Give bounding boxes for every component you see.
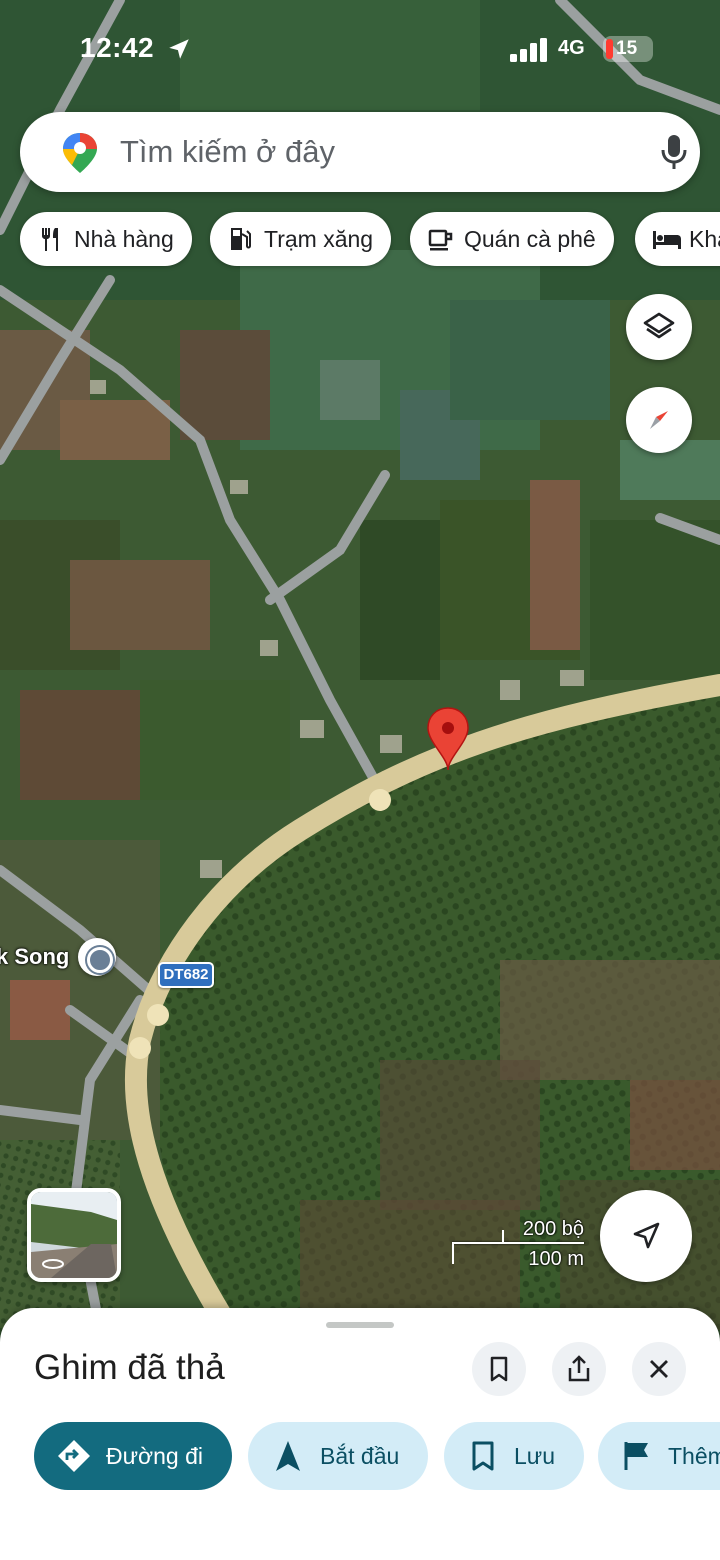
network-type: 4G [558,37,585,59]
place-bottom-sheet[interactable]: Ghim đã thả Đường đi Bắt đầu Lưu Thêm [0,1308,720,1560]
navigation-arrow-icon [633,1222,660,1249]
battery-icon: 15 [603,36,653,62]
scale-bar: 200 bộ 100 m [450,1218,590,1274]
place-name-label[interactable]: k Song [0,944,69,970]
save-button[interactable]: Lưu [444,1422,584,1490]
compass-button[interactable] [626,387,692,453]
directions-label: Đường đi [106,1442,203,1469]
my-location-button[interactable] [600,1190,692,1282]
bookmark-icon [490,1356,508,1382]
maps-app: 12:42 4G 15 Tìm kiếm ở đây Nhà hàng Trạm… [0,0,720,1560]
close-icon [650,1360,668,1378]
coffee-icon [426,224,456,254]
chip-hotels[interactable]: Kha [635,212,720,266]
more-label: Thêm [668,1442,720,1469]
navigation-arrow-icon [274,1439,302,1473]
start-label: Bắt đầu [320,1442,400,1469]
chip-coffee[interactable]: Quán cà phê [410,212,614,266]
close-button[interactable] [632,1342,686,1396]
location-arrow-icon [169,39,189,59]
share-icon [568,1355,590,1382]
compass-icon [650,411,668,429]
chip-label: Kha [689,225,720,252]
save-header-button[interactable] [472,1342,526,1396]
signal-bars-icon [510,38,547,62]
dropped-pin-icon[interactable] [426,706,470,772]
place-marker-icon[interactable] [78,938,116,976]
share-button[interactable] [552,1342,606,1396]
directions-button[interactable]: Đường đi [34,1422,232,1490]
maps-logo-icon [63,133,97,173]
microphone-icon[interactable] [660,134,688,170]
save-label: Lưu [514,1442,555,1469]
chip-restaurants[interactable]: Nhà hàng [20,212,192,266]
chip-gas-stations[interactable]: Trạm xăng [210,212,392,266]
gas-station-icon [226,224,256,254]
search-bar[interactable]: Tìm kiếm ở đây [20,112,700,192]
street-view-thumbnail[interactable] [27,1188,121,1282]
layers-button[interactable] [626,294,692,360]
road-shield: DT682 [158,962,214,988]
sheet-drag-handle[interactable] [326,1322,394,1328]
flag-icon [622,1440,652,1472]
search-input[interactable]: Tìm kiếm ở đây [120,134,335,170]
bookmark-icon [470,1440,496,1472]
place-title: Ghim đã thả [34,1348,225,1387]
chip-label: Nhà hàng [74,225,174,252]
satellite-map[interactable] [0,0,720,1330]
start-button[interactable]: Bắt đầu [248,1422,428,1490]
hotel-icon [651,224,681,254]
status-bar: 12:42 4G 15 [0,28,720,72]
layers-icon [643,312,675,339]
chip-label: Quán cà phê [464,225,596,252]
action-buttons: Đường đi Bắt đầu Lưu Thêm [0,1422,720,1490]
chip-label: Trạm xăng [264,225,374,252]
scale-metric: 100 m [528,1248,584,1270]
scale-imperial: 200 bộ [522,1218,584,1240]
battery-level: 15 [616,38,638,59]
status-time: 12:42 [80,32,155,63]
restaurant-icon [36,224,66,254]
directions-icon [56,1438,92,1474]
more-button[interactable]: Thêm [598,1422,720,1490]
